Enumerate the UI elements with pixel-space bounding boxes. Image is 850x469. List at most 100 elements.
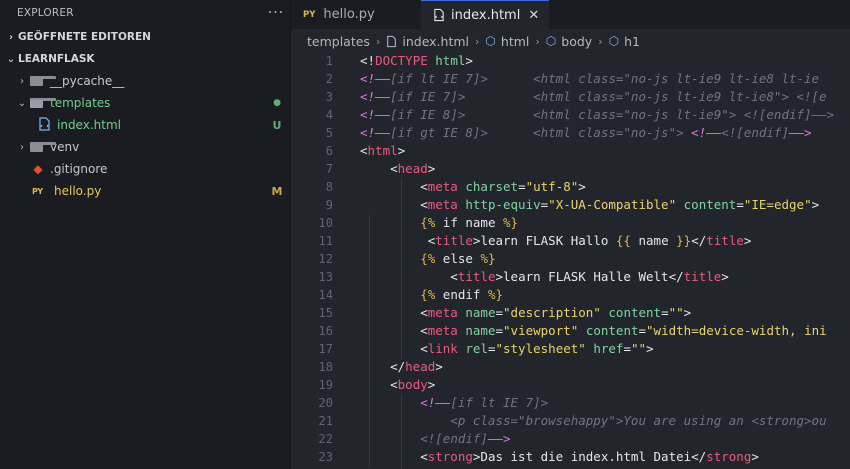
code-token: "description" (503, 305, 601, 320)
tab-index-html[interactable]: index.html ✕ (421, 0, 550, 29)
html-file-icon (38, 116, 51, 134)
chevron-right-icon: › (20, 141, 24, 153)
code-token: html (435, 53, 466, 68)
code-line[interactable]: 2 <!——[if lt IE 7]> <html class="no-js lt… (291, 70, 850, 88)
code-token: > (743, 233, 752, 248)
line-number: 18 (318, 360, 333, 374)
tree-item-templates[interactable]: ⌄ templates ● (0, 92, 290, 114)
breadcrumb-item[interactable]: body (561, 34, 592, 49)
code-token: charset (465, 179, 519, 194)
code-token: {% (420, 215, 436, 230)
chevron-right-icon: › (8, 31, 14, 43)
code-line[interactable]: 3 <!——[if IE 7]> <html class="no-js lt-ie… (291, 88, 850, 106)
breadcrumb-item[interactable]: templates (307, 34, 370, 49)
element-cube-icon: ⬡ (608, 34, 620, 48)
open-editors-label: GEÖFFNETE EDITOREN (18, 31, 151, 43)
breadcrumb-item[interactable]: html (501, 34, 529, 49)
tree-item-pycache[interactable]: › __pycache__ (0, 70, 290, 92)
code-token: > (751, 449, 759, 464)
html-file-icon (386, 35, 397, 48)
close-icon[interactable]: ✕ (528, 8, 539, 23)
tree-item-gitignore[interactable]: ◆ .gitignore (0, 158, 290, 180)
code-token: "width=device-width, ini (646, 323, 827, 338)
open-editors-section[interactable]: › GEÖFFNETE EDITOREN (0, 26, 290, 48)
breadcrumb-item[interactable]: h1 (624, 34, 640, 49)
code-text: {% else %} (360, 250, 496, 268)
code-token: meta (427, 305, 458, 320)
code-text: <title>learn FLASK Halle Welt</title> (360, 268, 729, 286)
code-token: learn FLASK Halle Welt (503, 269, 669, 284)
code-token: > (721, 269, 729, 284)
more-actions-icon[interactable]: ··· (262, 5, 290, 21)
code-token: < (360, 323, 428, 338)
code-token: [if gt IE 8]> <html class="no-js"> (390, 125, 692, 140)
code-line[interactable]: 16 <meta name="viewport" content="width=… (291, 322, 850, 340)
code-line[interactable]: 11 <title>learn FLASK Hallo {{ name }}</… (291, 232, 850, 250)
code-line[interactable]: 13 <title>learn FLASK Halle Welt</title> (291, 268, 850, 286)
line-number: 8 (325, 180, 333, 194)
code-text: <body> (360, 376, 435, 394)
code-token: [if lt IE 7]> <html class="no-js lt-ie9 … (390, 71, 820, 86)
code-token: < (360, 269, 458, 284)
chevron-right-icon: › (475, 34, 480, 48)
code-line[interactable]: 7 <head> (291, 160, 850, 178)
code-line[interactable]: 8 <meta charset="utf-8"> (291, 178, 850, 196)
code-token: {% (420, 251, 436, 266)
tree-item-venv[interactable]: › venv (0, 136, 290, 158)
code-line[interactable]: 4 <!——[if IE 8]> <html class="no-js lt-ie… (291, 106, 850, 124)
tab-hello-py[interactable]: PY hello.py (291, 0, 413, 29)
code-token: {% (420, 287, 436, 302)
code-token: > (435, 359, 443, 374)
code-line[interactable]: 10 {% if name %} (291, 214, 850, 232)
code-line[interactable]: 21 <p class="browsehappy">You are using … (291, 412, 850, 430)
code-token: <! (360, 53, 376, 68)
code-line[interactable]: 22 <![endif]——> (291, 430, 850, 448)
code-line[interactable]: 18 </head> (291, 358, 850, 376)
code-token: head (405, 359, 436, 374)
code-line[interactable]: 12 {% else %} (291, 250, 850, 268)
project-section[interactable]: ⌄ LEARNFLASK (0, 48, 290, 70)
editor-tabs: PY hello.py index.html ✕ (291, 0, 850, 29)
code-line[interactable]: 19 <body> (291, 376, 850, 394)
code-token: <!—— (360, 107, 391, 122)
code-token: [if lt IE 7]> (450, 395, 549, 410)
code-token: head (397, 161, 428, 176)
tree-item-index-html[interactable]: index.html U (0, 114, 290, 136)
code-text: <meta name="description" content=""> (360, 304, 691, 322)
code-token: = (495, 323, 504, 338)
code-token: content (683, 197, 737, 212)
code-line[interactable]: 6 <html> (291, 142, 850, 160)
breadcrumb-item[interactable]: index.html (402, 34, 469, 49)
code-token: http-equiv (465, 197, 541, 212)
code-line[interactable]: 1 <!DOCTYPE html> (291, 53, 850, 70)
code-line[interactable]: 23 <strong>Das ist die index.html Datei<… (291, 448, 850, 466)
element-cube-icon: ⬡ (485, 34, 496, 48)
code-line[interactable]: 15 <meta name="description" content=""> (291, 304, 850, 322)
code-token: title (457, 269, 496, 284)
code-token: > (427, 377, 436, 392)
code-token: = (518, 179, 526, 194)
line-number: 4 (325, 108, 333, 122)
code-line[interactable]: 17 <link rel="stylesheet" href=""> (291, 340, 850, 358)
chevron-right-icon: › (598, 34, 603, 48)
code-token: [if IE 8]> <html class="no-js lt-ie9"> <… (390, 107, 835, 122)
chevron-right-icon: › (375, 34, 381, 48)
code-token: title (706, 233, 744, 248)
code-line[interactable]: 5 <!——[if gt IE 8]> <html class="no-js"> … (291, 124, 850, 142)
code-token: Das ist die index.html Datei (480, 449, 692, 464)
code-token: < (360, 233, 436, 248)
code-token: meta (427, 197, 458, 212)
folder-icon (30, 76, 56, 86)
code-token: learn FLASK Hallo (480, 233, 616, 248)
code-token: </ (668, 269, 684, 284)
code-editor[interactable]: 1 <!DOCTYPE html> 2 <!——[if lt IE 7]> <html… (291, 53, 850, 469)
code-line[interactable]: 9 <meta http-equiv = "X-UA-Compatible" con… (291, 196, 850, 214)
code-token: %} (480, 251, 496, 266)
code-line[interactable]: 14 {% endif %} (291, 286, 850, 304)
tree-item-hello-py[interactable]: PY hello.py M (0, 180, 290, 202)
code-line[interactable]: 20 <!——[if lt IE 7]> (291, 394, 850, 412)
code-token: "viewport" (503, 323, 579, 338)
code-token: %} (503, 215, 519, 230)
